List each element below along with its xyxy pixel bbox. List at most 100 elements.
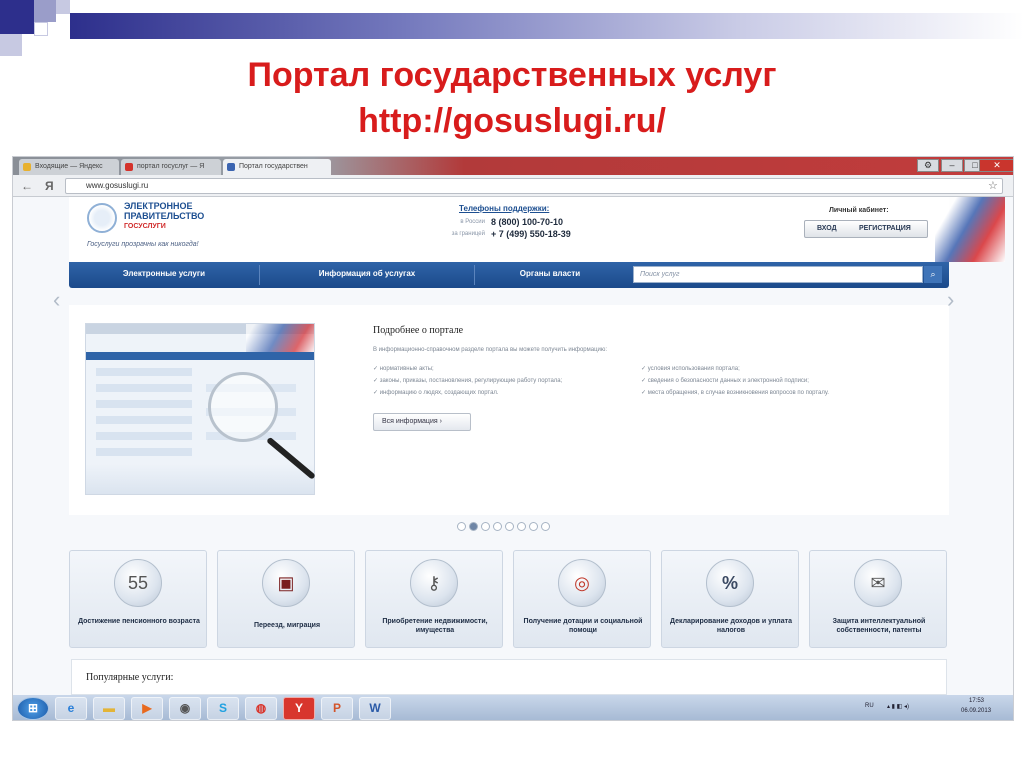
browser-tab-strip: Входящие — Яндекс портал госуслуг — Я По… (13, 157, 1013, 175)
percent-icon: % (706, 559, 754, 607)
back-arrow-icon[interactable]: ← (21, 178, 33, 194)
about-item: ✓ сведения о безопасности данных и элект… (641, 378, 809, 384)
clock-date: 06.09.2013 (961, 708, 992, 714)
windows-taskbar: ⊞ e ▬ ▶ ◉ S ◍ Y P W RU ▴ ▮ ◧ ◂) 17:53 06… (13, 695, 1013, 720)
decor-square (34, 22, 48, 36)
slider-prev-arrow-icon[interactable]: ‹ (53, 289, 60, 311)
support-abroad-label: за границей (451, 231, 485, 237)
lifebuoy-icon: ◎ (558, 559, 606, 607)
calendar-55-icon: 55 (114, 559, 162, 607)
slogan: Госуслуги прозрачны как никогда! (87, 241, 199, 248)
slider-dot[interactable] (541, 522, 550, 531)
flag-icon (227, 163, 235, 171)
media-icon[interactable]: ▶ (131, 697, 163, 720)
about-item: ✓ информацию о людях, создающих портал. (373, 390, 499, 396)
yandex-icon (125, 163, 133, 171)
life-situations: 55 Достижение пенсионного возраста ▣ Перее… (69, 550, 949, 650)
slide-title-url: http://gosuslugi.ru/ (358, 102, 666, 140)
slider-dot[interactable] (457, 522, 466, 531)
certificate-icon: ✉ (854, 559, 902, 607)
magnifier-icon (208, 372, 278, 442)
slider-dot[interactable] (529, 522, 538, 531)
word-icon[interactable]: W (359, 697, 391, 720)
decor-square (0, 0, 34, 34)
star-icon[interactable]: ☆ (988, 178, 998, 194)
url-input[interactable]: www.gosuslugi.ru (65, 178, 1003, 194)
browser-tab[interactable]: портал госуслуг — Я (121, 159, 221, 175)
passport-icon: ▣ (262, 559, 310, 607)
browser-screenshot: Входящие — Яндекс портал госуслуг — Я По… (12, 156, 1014, 721)
decor-gradient-bar (70, 13, 1024, 39)
decor-square (34, 0, 56, 22)
about-item: ✓ нормативные акты; (373, 366, 434, 372)
support-title[interactable]: Телефоны поддержки: (459, 204, 549, 213)
category-patents[interactable]: ✉ Защита интеллектуальной собственности, … (809, 550, 947, 648)
support-abroad-number: + 7 (499) 550-18-39 (491, 229, 571, 239)
powerpoint-icon[interactable]: P (321, 697, 353, 720)
portal-preview-image (85, 323, 316, 495)
slider-dot[interactable] (517, 522, 526, 531)
main-menu: Электронные услуги Информация об услугах… (69, 262, 949, 288)
chrome-icon[interactable]: ◍ (245, 697, 277, 720)
about-item: ✓ условия использования портала; (641, 366, 740, 372)
gov-logo-icon (87, 203, 117, 233)
all-info-button[interactable]: Вся информация › (373, 413, 471, 431)
slider-dot[interactable] (481, 522, 490, 531)
about-intro: В информационно-справочном разделе порта… (373, 347, 608, 353)
flag-ribbon (935, 197, 1005, 262)
slider-dot[interactable] (493, 522, 502, 531)
minimize-button[interactable]: – (941, 159, 963, 172)
category-social-help[interactable]: ◎ Получение дотации и социальной помощи (513, 550, 651, 648)
tray-icons: ▴ ▮ ◧ ◂) (887, 704, 909, 710)
language-indicator[interactable]: RU (865, 703, 874, 709)
clock-time[interactable]: 17:53 (969, 698, 984, 704)
about-item: ✓ законы, приказы, постановления, регули… (373, 378, 563, 384)
menu-item-info[interactable]: Информация об услугах (260, 262, 474, 288)
decor-square (56, 0, 70, 14)
portal-page: ЭЛЕКТРОННОЕ ПРАВИТЕЛЬСТВО ГОСУСЛУГИ Госу… (13, 197, 1013, 695)
support-russia-label: в России (460, 219, 485, 225)
address-bar: ← Я www.gosuslugi.ru ☆ (13, 175, 1013, 197)
popular-title: Популярные услуги: (86, 672, 174, 683)
url-text: www.gosuslugi.ru (86, 181, 149, 190)
support-russia-number: 8 (800) 100-70-10 (491, 217, 564, 227)
search-icon[interactable]: ⌕ (924, 266, 942, 283)
ie-icon[interactable]: e (55, 697, 87, 720)
cabinet-title: Личный кабинет: (829, 207, 889, 214)
login-button[interactable]: ВХОД (817, 221, 837, 237)
category-pension[interactable]: 55 Достижение пенсионного возраста (69, 550, 207, 648)
presentation-slide: { "slide": { "title_line1": "Портал госу… (0, 0, 1024, 767)
browser-tab-active[interactable]: Портал государствен (223, 159, 331, 175)
slider-dot-active[interactable] (469, 522, 478, 531)
about-title: Подробнее о портале (373, 325, 464, 336)
yandex-button[interactable]: Я (45, 178, 54, 194)
category-migration[interactable]: ▣ Переезд, миграция (217, 550, 355, 648)
explorer-icon[interactable]: ▬ (93, 697, 125, 720)
disk-icon[interactable]: ◉ (169, 697, 201, 720)
cabinet-buttons: ВХОД РЕГИСТРАЦИЯ (804, 220, 928, 238)
promo-slider: Подробнее о портале В информационно-спра… (69, 305, 949, 515)
portal-header: ЭЛЕКТРОННОЕ ПРАВИТЕЛЬСТВО ГОСУСЛУГИ Госу… (69, 197, 1005, 262)
mail-icon (23, 163, 31, 171)
menu-item-authorities[interactable]: Органы власти (475, 262, 625, 288)
yandex-icon[interactable]: Y (283, 697, 315, 720)
category-property[interactable]: ⚷ Приобретение недвижимости, имущества (365, 550, 503, 648)
logo-title[interactable]: ЭЛЕКТРОННОЕ ПРАВИТЕЛЬСТВО (124, 201, 214, 221)
slider-next-arrow-icon[interactable]: › (947, 289, 954, 311)
category-taxes[interactable]: % Декларирование доходов и уплата налогов (661, 550, 799, 648)
browser-tab[interactable]: Входящие — Яндекс (19, 159, 119, 175)
search-input[interactable]: Поиск услуг (633, 266, 923, 283)
slide-title: Портал государственных услуг http://gosu… (0, 52, 1024, 144)
about-item: ✓ места обращения, в случае возникновени… (641, 390, 829, 396)
close-button[interactable]: ✕ (979, 159, 1013, 172)
register-button[interactable]: РЕГИСТРАЦИЯ (859, 221, 911, 237)
start-icon[interactable]: ⊞ (17, 697, 49, 720)
slide-title-line1: Портал государственных услуг (247, 56, 777, 94)
settings-icon[interactable]: ⚙ (917, 159, 939, 172)
skype-icon[interactable]: S (207, 697, 239, 720)
logo-subtitle: ГОСУСЛУГИ (124, 223, 166, 230)
slider-dot[interactable] (505, 522, 514, 531)
keys-icon: ⚷ (410, 559, 458, 607)
popular-services: Популярные услуги: (71, 659, 947, 695)
menu-item-e-services[interactable]: Электронные услуги (69, 262, 259, 288)
